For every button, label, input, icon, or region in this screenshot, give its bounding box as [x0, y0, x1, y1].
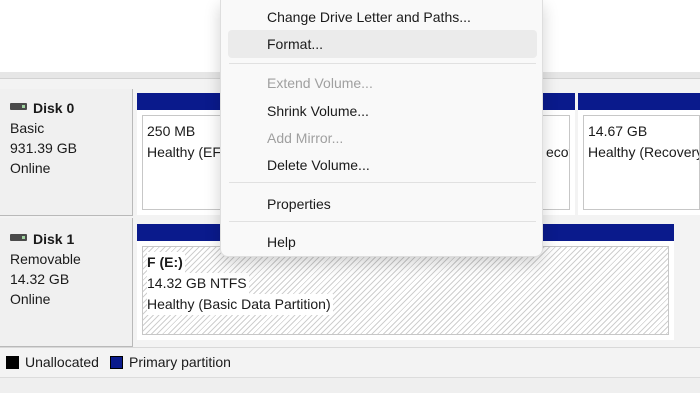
- menu-item-help[interactable]: Help: [228, 228, 537, 256]
- partition-status: Healthy (Recovery Partition): [588, 144, 700, 160]
- partition-size: 250 MB: [147, 123, 196, 139]
- disk-type: Basic: [10, 120, 45, 137]
- legend-primary: Primary partition: [110, 354, 231, 370]
- menu-item-extend-volume[interactable]: Extend Volume...: [228, 69, 537, 97]
- disk-size: 14.32 GB: [10, 271, 70, 288]
- disk-type: Removable: [10, 251, 81, 268]
- partition-recovery-2[interactable]: 14.67 GB Healthy (Recovery Partition): [578, 93, 700, 215]
- disk-name: Disk 1: [33, 231, 75, 248]
- partition-efi[interactable]: 250 MB Healthy (EFI System Partition): [137, 93, 227, 215]
- menu-item-add-mirror[interactable]: Add Mirror...: [228, 124, 537, 152]
- disk-icon: [10, 102, 27, 110]
- disk-size: 931.39 GB: [10, 140, 77, 157]
- menu-item-delete-volume[interactable]: Delete Volume...: [228, 151, 537, 179]
- legend-unallocated: Unallocated: [6, 354, 99, 370]
- status-bar: [0, 377, 700, 393]
- legend-label: Unallocated: [25, 354, 99, 370]
- partition-title: F (E:): [147, 252, 185, 273]
- context-menu: Change Drive Letter and Paths... Format.…: [220, 0, 543, 257]
- menu-item-change-drive-letter[interactable]: Change Drive Letter and Paths...: [228, 3, 537, 31]
- disk-icon: [10, 233, 27, 241]
- disk-status: Online: [10, 160, 51, 177]
- disk-status: Online: [10, 291, 51, 308]
- partition-status: Healthy (Basic Data Partition): [147, 294, 333, 315]
- partition-status: ecov: [546, 144, 569, 160]
- menu-item-properties[interactable]: Properties: [228, 190, 537, 218]
- menu-separator: [229, 182, 536, 183]
- partition-bar: [578, 93, 700, 110]
- menu-separator: [229, 63, 536, 64]
- disk-1-label[interactable]: Disk 1 Removable 14.32 GB Online: [0, 218, 133, 347]
- partition-bar: [137, 93, 227, 110]
- partition-size: 14.67 GB: [588, 123, 648, 139]
- partition-size: 14.32 GB NTFS: [147, 273, 249, 294]
- menu-item-format[interactable]: Format...: [228, 30, 537, 58]
- unallocated-swatch: [6, 355, 19, 369]
- primary-swatch: [110, 355, 123, 369]
- menu-item-shrink-volume[interactable]: Shrink Volume...: [228, 97, 537, 125]
- legend-label: Primary partition: [129, 354, 231, 370]
- disk-name: Disk 0: [33, 100, 75, 117]
- partition-status: Healthy (EFI System Partition): [147, 144, 221, 160]
- disk-0-label[interactable]: Disk 0 Basic 931.39 GB Online: [0, 89, 133, 216]
- menu-separator: [229, 221, 536, 222]
- legend: Unallocated Primary partition: [0, 347, 700, 378]
